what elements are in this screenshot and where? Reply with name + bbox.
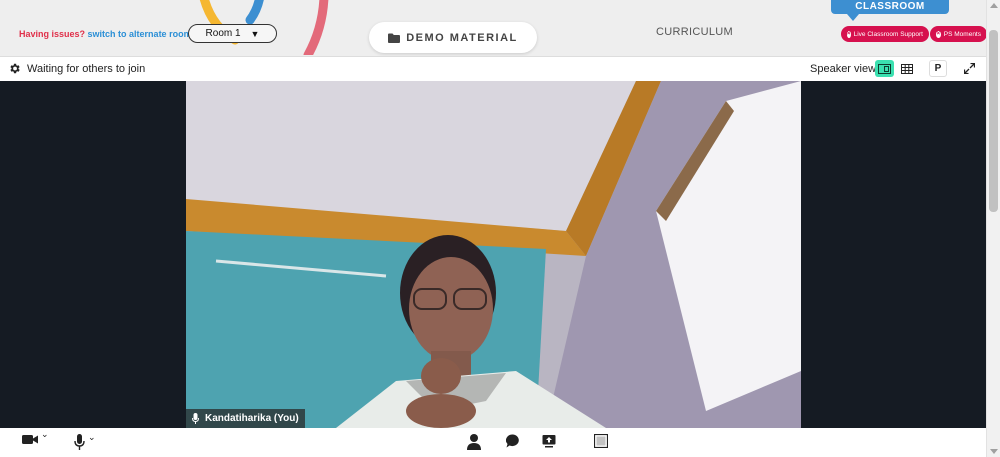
chevron-down-icon[interactable]: ⌄	[41, 429, 49, 440]
camera-toggle[interactable]: ⌄	[22, 429, 49, 445]
alternate-room-link[interactable]: switch to alternate room	[88, 29, 192, 39]
person-icon	[467, 434, 481, 450]
chevron-down-icon[interactable]: ⌄	[88, 432, 96, 443]
issues-notice: Having issues? switch to alternate room	[19, 29, 192, 39]
participant-video	[186, 81, 801, 428]
classroom-page: Having issues? switch to alternate room …	[0, 0, 1000, 457]
mic-toggle[interactable]: ⌄	[74, 432, 96, 450]
video-camera-icon	[22, 435, 38, 444]
microphone-icon	[192, 413, 199, 424]
issues-prefix: Having issues?	[19, 29, 86, 39]
microphone-icon	[74, 434, 85, 450]
whiteboard-icon	[594, 434, 608, 448]
page-scrollbar[interactable]	[986, 0, 1000, 457]
classroom-tab-pointer	[847, 14, 859, 21]
chat-button[interactable]	[506, 434, 520, 448]
live-support-label: Live Classroom Support	[853, 30, 923, 38]
scroll-thumb[interactable]	[989, 30, 998, 212]
caret-down-icon: ▼	[250, 28, 260, 39]
share-screen-button[interactable]	[542, 434, 556, 448]
scroll-down-arrow-icon[interactable]	[990, 449, 998, 454]
grid-view-button[interactable]	[897, 60, 916, 77]
fullscreen-button[interactable]	[960, 60, 979, 77]
webcam-feed-image	[186, 81, 801, 428]
close-circle-icon: ×	[847, 30, 851, 38]
share-screen-icon	[542, 435, 556, 448]
view-mode-label: Speaker view	[810, 63, 877, 75]
expand-icon	[964, 63, 975, 74]
speaker-layout-icon	[878, 63, 891, 74]
video-stage: Kandatiharika (You)	[0, 81, 986, 428]
meeting-status: Waiting for others to join	[27, 63, 146, 75]
ps-moments-button[interactable]: × PS Moments	[930, 26, 986, 42]
chat-bubble-icon	[506, 434, 519, 448]
participants-button[interactable]	[467, 434, 481, 450]
close-circle-icon: ×	[936, 30, 941, 38]
top-bar: Having issues? switch to alternate room …	[0, 0, 986, 56]
live-support-button[interactable]: × Live Classroom Support	[841, 26, 929, 42]
curriculum-tab[interactable]: CURRICULUM	[656, 26, 733, 38]
gear-icon[interactable]	[8, 62, 21, 75]
demo-material-button[interactable]: DEMO MATERIAL	[369, 22, 537, 53]
whiteboard-button[interactable]	[594, 434, 608, 448]
grid-layout-icon	[900, 63, 913, 74]
ps-moments-label: PS Moments	[943, 30, 981, 38]
room-select[interactable]: Room 1 ▼	[188, 24, 277, 43]
folder-icon	[388, 33, 401, 43]
room-select-value: Room 1	[205, 28, 241, 39]
participant-name: Kandatiharika (You)	[205, 413, 299, 424]
speaker-view-button[interactable]	[875, 60, 894, 77]
meeting-controls: ⌄ ⌄	[0, 428, 986, 457]
scroll-up-arrow-icon[interactable]	[990, 3, 998, 8]
demo-material-label: DEMO MATERIAL	[406, 31, 518, 44]
presenter-button[interactable]: P	[929, 60, 947, 77]
participant-name-tag: Kandatiharika (You)	[186, 409, 305, 428]
meeting-toolbar: Waiting for others to join Speaker view …	[0, 56, 986, 81]
classroom-tab[interactable]: CLASSROOM	[831, 0, 949, 14]
